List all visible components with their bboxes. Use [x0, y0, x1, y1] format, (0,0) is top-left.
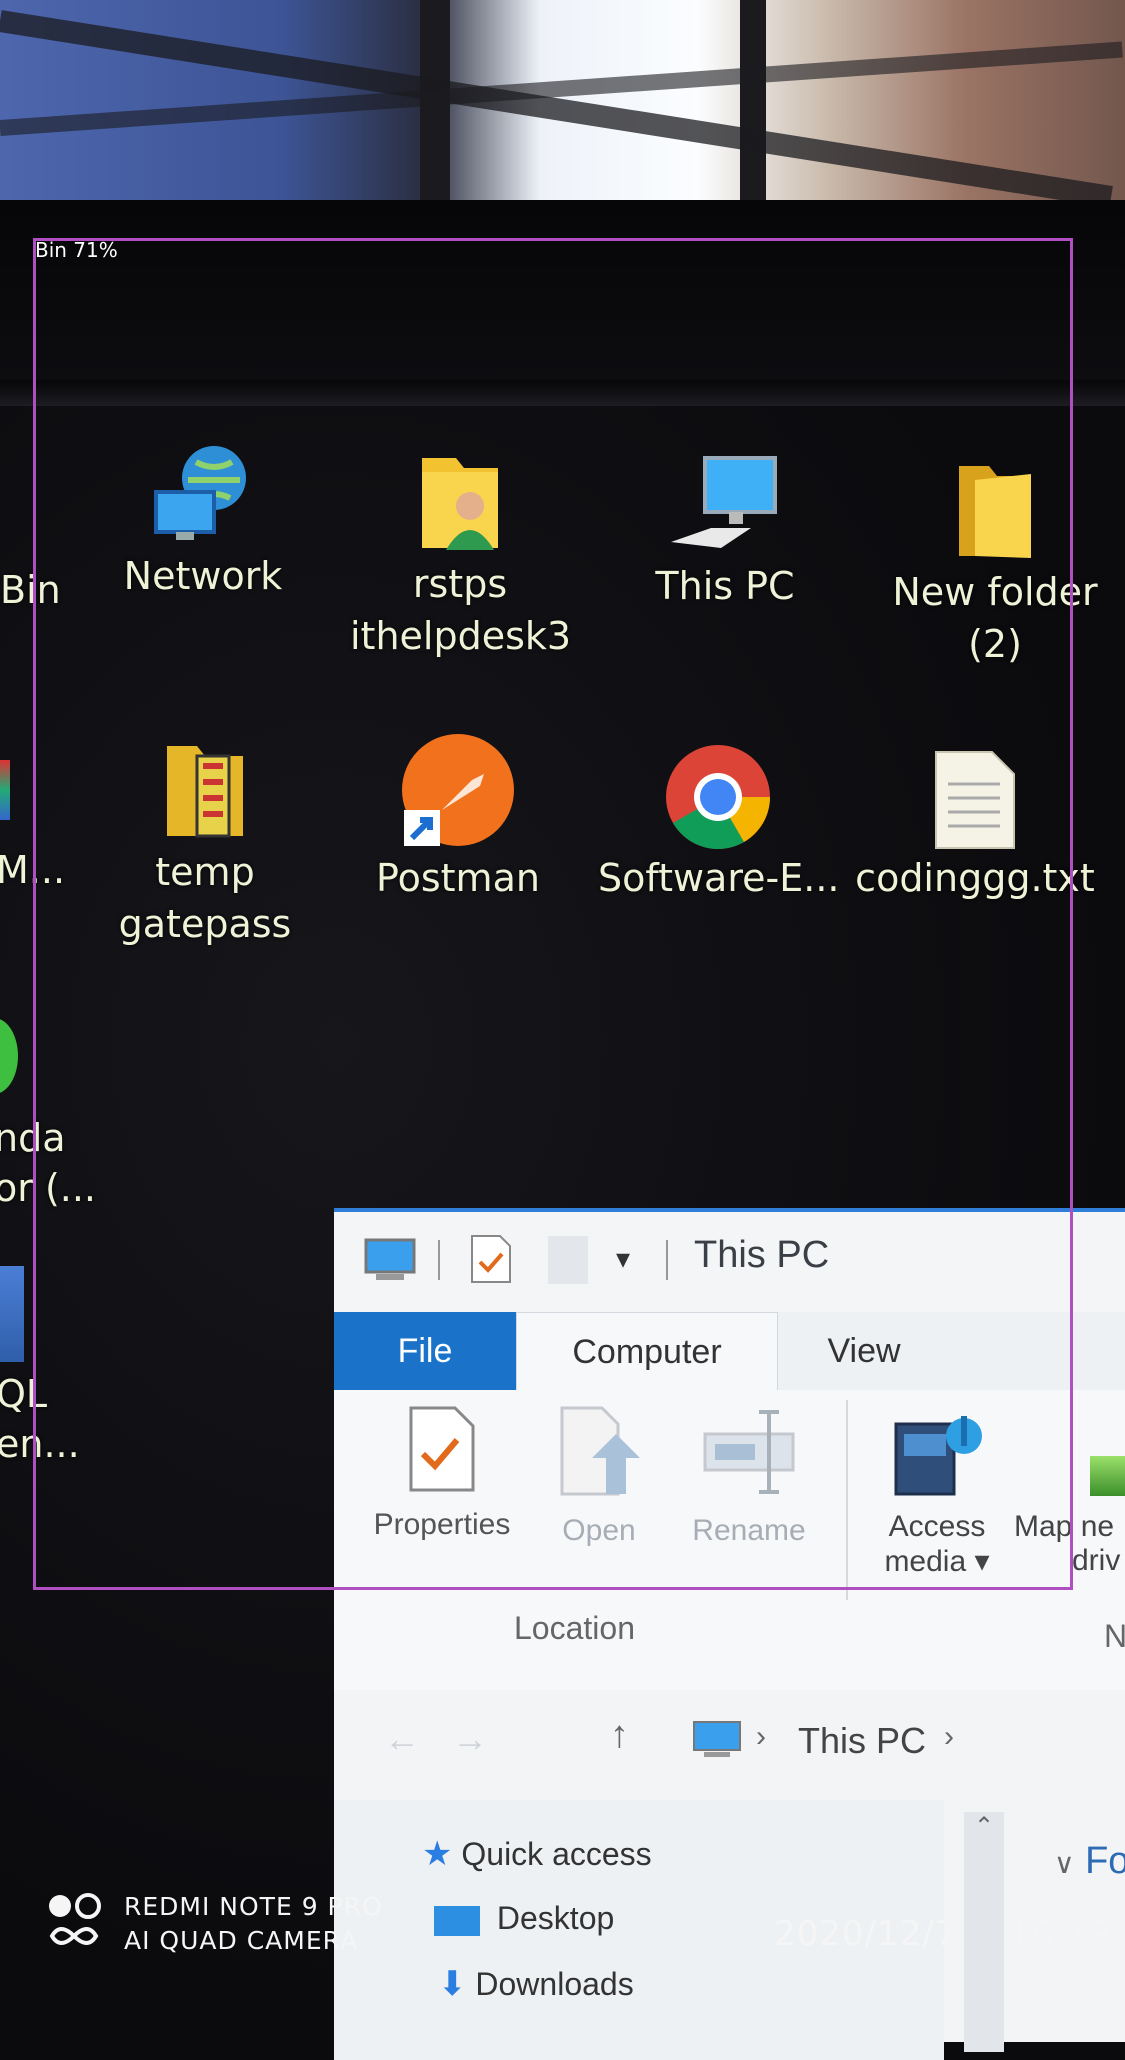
- star-icon: ★: [422, 1835, 453, 1873]
- chevron-down-icon: ∨: [1054, 1848, 1075, 1879]
- watermark-model: REDMI NOTE 9 PRO: [124, 1892, 383, 1921]
- ribbon-group-location: Location: [514, 1610, 635, 1646]
- this-pc-small-icon: [693, 1721, 741, 1757]
- nav-item-desktop[interactable]: Desktop: [434, 1900, 614, 1937]
- address-path[interactable]: › This PC ›: [680, 1708, 1125, 1774]
- chevron-right-icon[interactable]: ›: [944, 1720, 954, 1754]
- folders-section-header[interactable]: ∨ Fo: [1054, 1840, 1125, 1883]
- watermark-camera: AI QUAD CAMERA: [124, 1926, 359, 1955]
- archive-app-icon[interactable]: [0, 760, 10, 820]
- sql-icon[interactable]: [0, 1266, 24, 1362]
- map-drive-icon: [1090, 1456, 1125, 1496]
- download-arrow-icon: ⬇: [438, 1965, 467, 2003]
- forward-arrow-icon[interactable]: →: [452, 1718, 488, 1760]
- address-text: This PC: [798, 1720, 927, 1761]
- watermark-datetime: 2020/12/7 16:19: [774, 1914, 1112, 1954]
- camera-watermark-logo: [49, 1893, 101, 1945]
- address-bar: ← → ↑ › This PC ›: [334, 1690, 1125, 1800]
- detection-box: [33, 238, 1073, 1590]
- back-arrow-icon[interactable]: ←: [384, 1718, 420, 1760]
- nav-item-downloads[interactable]: ⬇ Downloads: [438, 1964, 634, 2004]
- watermark-date: 2020/12/7: [774, 1914, 958, 1954]
- chevron-right-icon: ›: [756, 1720, 766, 1753]
- window-frame-bar: [420, 0, 450, 215]
- detection-label: Bin 71%: [35, 238, 118, 262]
- nav-item-quick-access[interactable]: ★ Quick access: [422, 1834, 652, 1874]
- ribbon-group-network: N: [1104, 1618, 1125, 1654]
- scroll-up-icon[interactable]: ⌃: [964, 1812, 1004, 1841]
- window-frame-bar: [740, 0, 766, 215]
- watermark-time: 16:19: [1008, 1914, 1112, 1954]
- up-arrow-icon[interactable]: ↑: [610, 1714, 629, 1757]
- desktop-folder-icon: [434, 1905, 480, 1936]
